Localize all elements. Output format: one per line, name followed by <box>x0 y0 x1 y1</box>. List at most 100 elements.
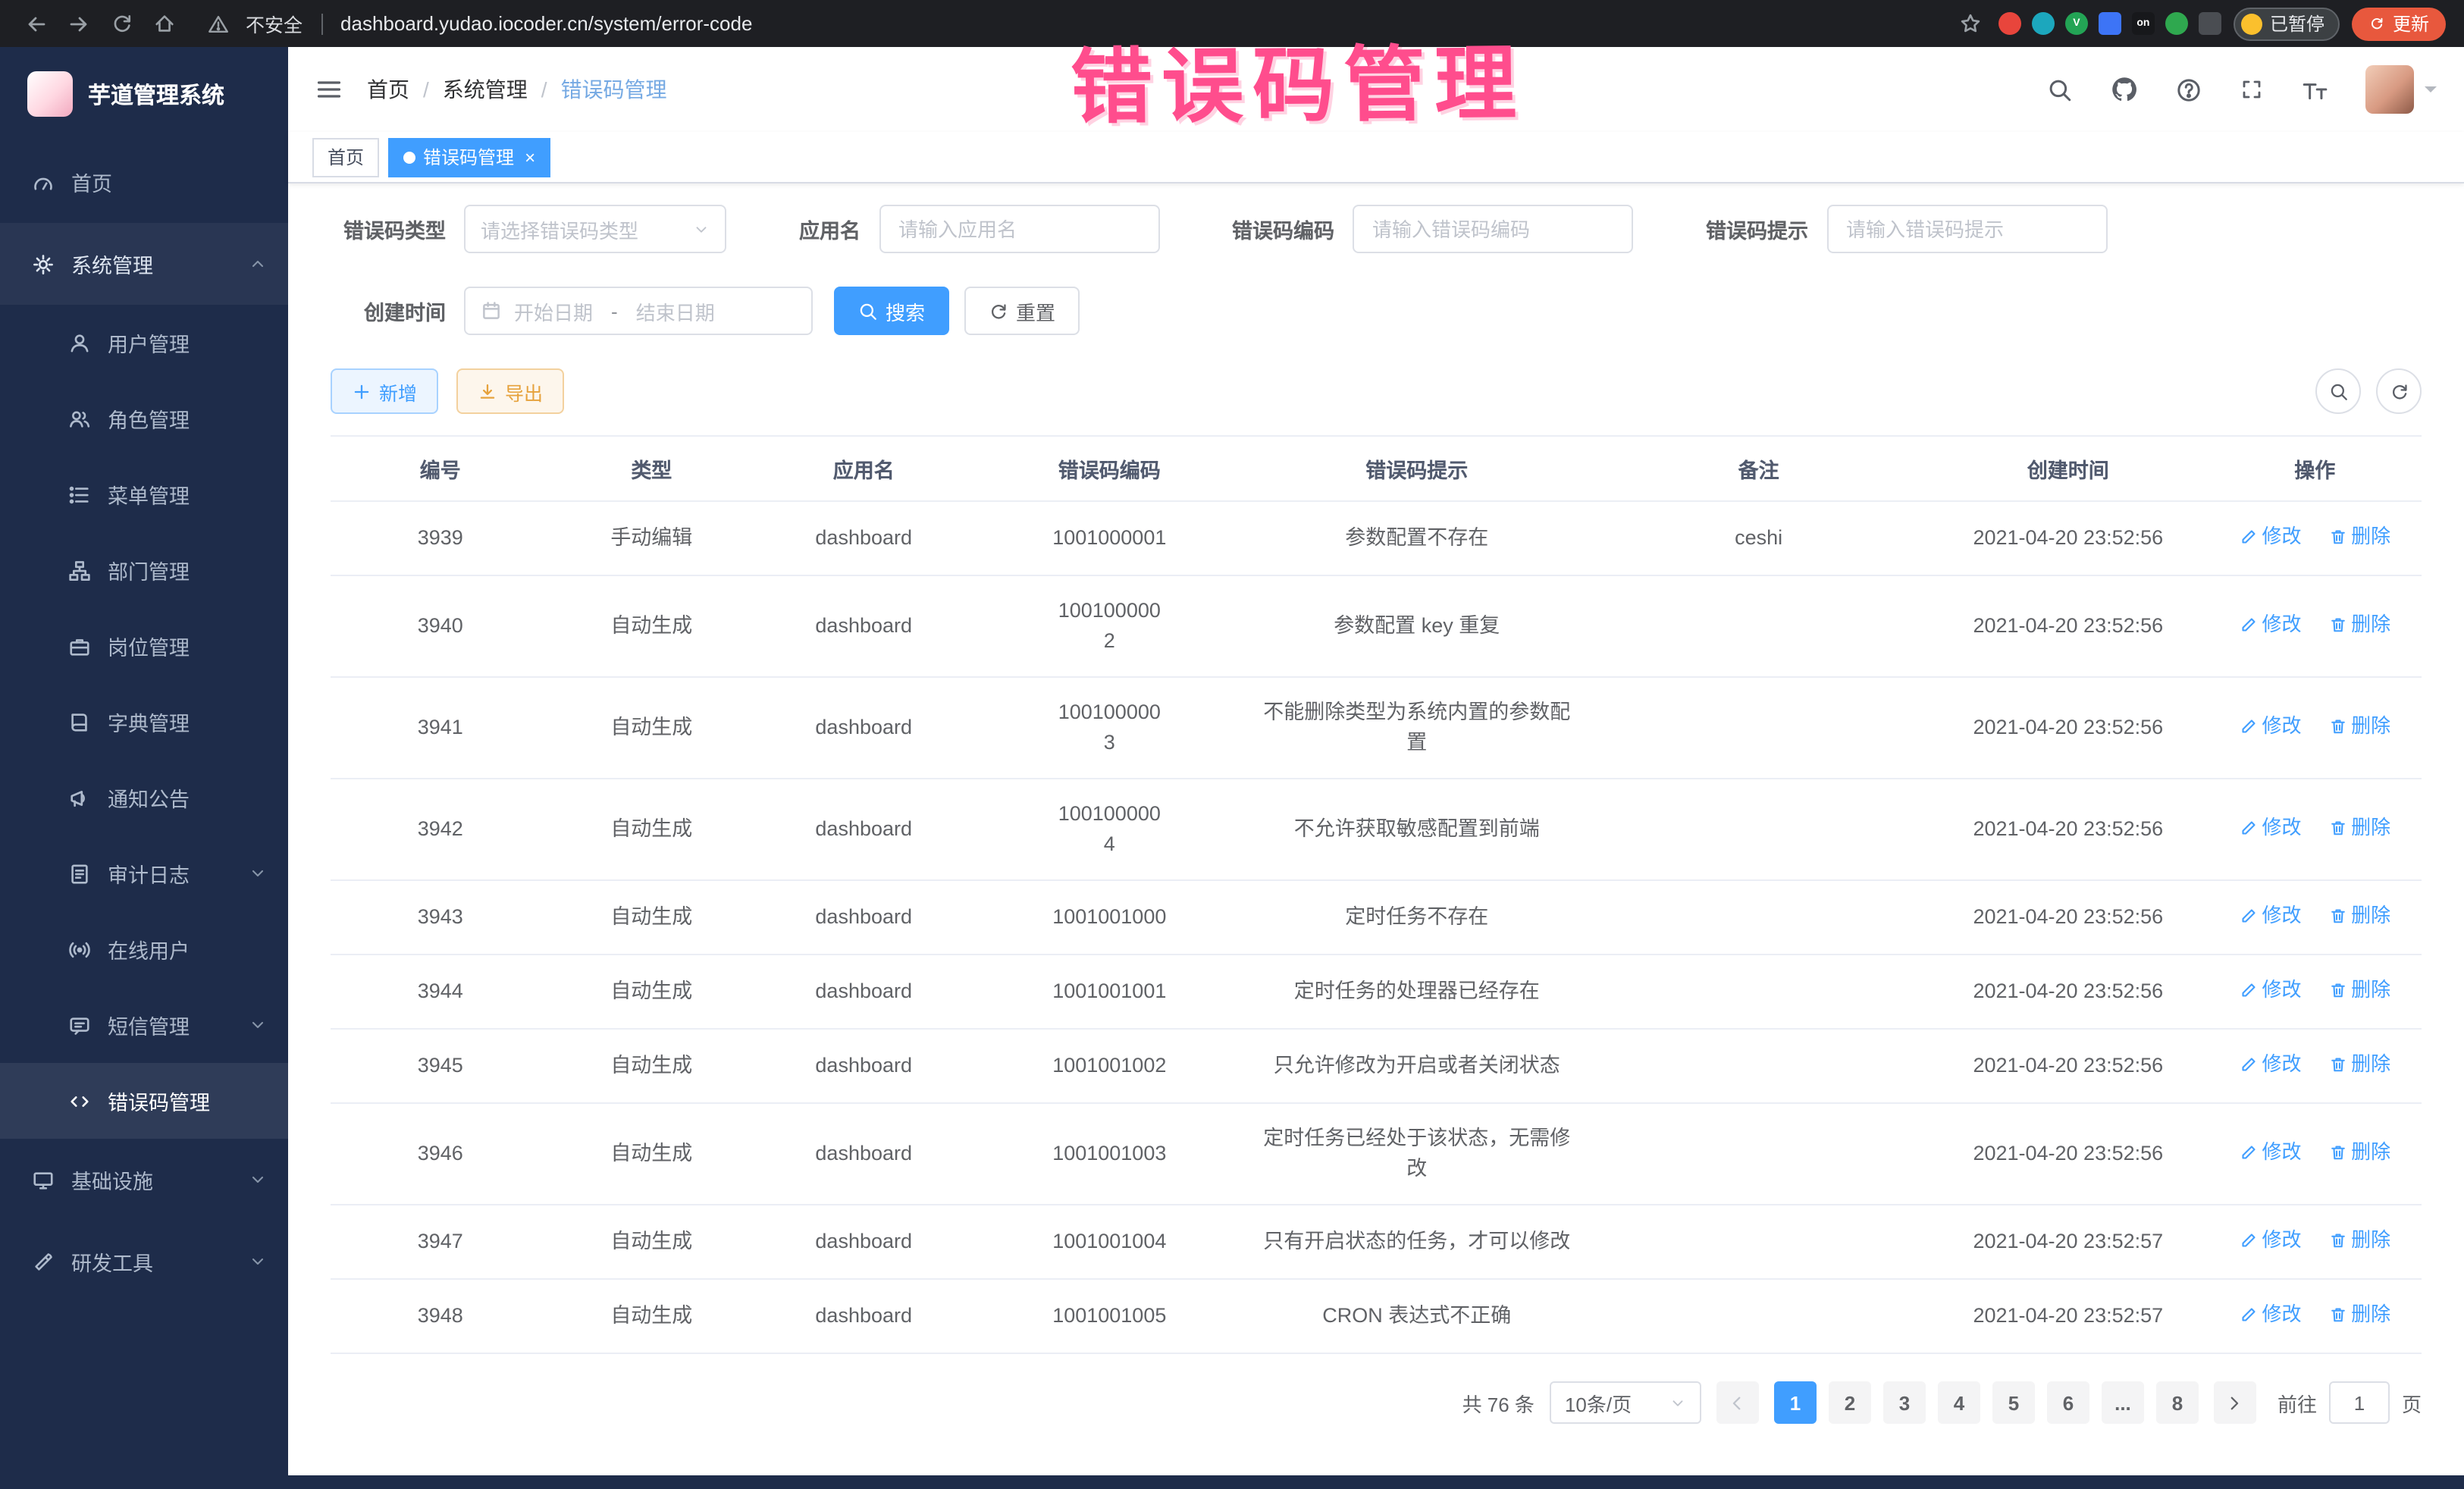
app-name-input[interactable] <box>879 205 1159 253</box>
pagination-ellipsis[interactable]: ... <box>2102 1381 2144 1424</box>
cell-time: 2021-04-20 23:52:56 <box>1928 880 2209 955</box>
profile-paused-chip[interactable]: 已暂停 <box>2234 7 2340 40</box>
bookmark-star-icon[interactable] <box>1953 5 1989 42</box>
add-button[interactable]: 新增 <box>331 368 438 414</box>
edit-link[interactable]: 修改 <box>2240 975 2302 1005</box>
infra-icon <box>30 1168 55 1191</box>
export-button[interactable]: 导出 <box>456 368 564 414</box>
edit-link[interactable]: 修改 <box>2240 610 2302 640</box>
address-bar[interactable]: 不安全 dashboard.yudao.iocoder.cn/system/er… <box>191 5 1989 42</box>
pagination-page-8[interactable]: 8 <box>2156 1381 2199 1424</box>
search-icon[interactable] <box>2047 77 2073 102</box>
sidebar-item[interactable]: 在线用户 <box>0 911 288 987</box>
reset-button[interactable]: 重置 <box>964 287 1080 335</box>
sidebar-item[interactable]: 角色管理 <box>0 381 288 456</box>
error-type-select[interactable]: 请选择错误码类型 <box>464 205 726 253</box>
edit-link[interactable]: 修改 <box>2240 1049 2302 1080</box>
security-label[interactable]: 不安全 <box>246 9 303 38</box>
browser-chrome: 不安全 dashboard.yudao.iocoder.cn/system/er… <box>0 0 2464 47</box>
app-root: 错误码管理 不安全 dashboard.yudao.iocoder.cn/sys… <box>0 0 2464 1489</box>
breadcrumb-item[interactable]: 首页 <box>367 74 409 105</box>
back-icon[interactable] <box>18 5 55 42</box>
pagination-prev-button[interactable] <box>1716 1381 1759 1424</box>
delete-link[interactable]: 删除 <box>2328 1049 2390 1080</box>
sidebar-item[interactable]: 通知公告 <box>0 760 288 835</box>
edit-link[interactable]: 修改 <box>2240 522 2302 552</box>
help-icon[interactable] <box>2176 77 2202 102</box>
search-button[interactable]: 搜索 <box>834 287 949 335</box>
pagination-page-2[interactable]: 2 <box>1829 1381 1871 1424</box>
extension-on-icon[interactable]: on <box>2132 12 2155 35</box>
filter-label-error-code: 错误码编码 <box>1232 214 1334 244</box>
extension-leaf-icon[interactable] <box>2165 12 2188 35</box>
date-range-picker[interactable]: 开始日期 - 结束日期 <box>464 287 813 335</box>
pagination-page-1[interactable]: 1 <box>1774 1381 1817 1424</box>
filter-label-create-time: 创建时间 <box>331 296 446 326</box>
sidebar-item[interactable]: 短信管理 <box>0 987 288 1063</box>
user-icon <box>67 331 91 354</box>
delete-link[interactable]: 删除 <box>2328 1137 2390 1168</box>
tag-active[interactable]: 错误码管理× <box>388 137 550 177</box>
pagination-page-4[interactable]: 4 <box>1938 1381 1980 1424</box>
error-hint-input[interactable] <box>1826 205 2107 253</box>
pagination-page-6[interactable]: 6 <box>2047 1381 2089 1424</box>
extension-teal-drop-icon[interactable] <box>2032 12 2055 35</box>
fullscreen-icon[interactable] <box>2240 77 2264 102</box>
breadcrumb-item[interactable]: 系统管理 <box>443 74 528 105</box>
extension-green-v-icon[interactable]: V <box>2065 12 2088 35</box>
extension-red-icon[interactable] <box>1998 12 2021 35</box>
edit-link[interactable]: 修改 <box>2240 1137 2302 1168</box>
font-size-icon[interactable] <box>2302 77 2328 102</box>
edit-link[interactable]: 修改 <box>2240 711 2302 741</box>
delete-link[interactable]: 删除 <box>2328 975 2390 1005</box>
delete-link[interactable]: 删除 <box>2328 610 2390 640</box>
cell-id: 3942 <box>331 779 550 880</box>
url-text[interactable]: dashboard.yudao.iocoder.cn/system/error-… <box>340 12 752 35</box>
extension-grid-icon[interactable] <box>2099 12 2121 35</box>
pagination-page-3[interactable]: 3 <box>1883 1381 1926 1424</box>
sidebar-item[interactable]: 用户管理 <box>0 305 288 381</box>
sidebar-item[interactable]: 部门管理 <box>0 532 288 608</box>
pagination-page-5[interactable]: 5 <box>1992 1381 2035 1424</box>
pagination-next-button[interactable] <box>2214 1381 2256 1424</box>
tag-item[interactable]: 首页 <box>312 137 379 177</box>
goto-page-input[interactable] <box>2329 1381 2390 1424</box>
cell-actions: 修改 删除 <box>2209 677 2422 779</box>
sidebar-item[interactable]: 菜单管理 <box>0 456 288 532</box>
edit-link[interactable]: 修改 <box>2240 1299 2302 1330</box>
tag-close-icon[interactable]: × <box>525 148 535 166</box>
chevron-down-icon <box>249 1171 267 1189</box>
refresh-table-button[interactable] <box>2376 368 2422 414</box>
user-menu[interactable] <box>2365 65 2437 114</box>
sidebar-item[interactable]: 审计日志 <box>0 835 288 911</box>
sidebar-item[interactable]: 研发工具 <box>0 1221 288 1302</box>
cell-remark <box>1589 1103 1928 1205</box>
cell-hint: 定时任务的处理器已经存在 <box>1244 955 1589 1029</box>
github-icon[interactable] <box>2111 76 2138 103</box>
update-button[interactable]: 更新 <box>2352 7 2446 40</box>
delete-link[interactable]: 删除 <box>2328 901 2390 931</box>
sidebar-item[interactable]: 错误码管理 <box>0 1063 288 1139</box>
forward-icon[interactable] <box>61 5 97 42</box>
edit-link[interactable]: 修改 <box>2240 1225 2302 1255</box>
hamburger-icon[interactable] <box>315 76 343 103</box>
sidebar-item[interactable]: 基础设施 <box>0 1139 288 1221</box>
delete-link[interactable]: 删除 <box>2328 711 2390 741</box>
toggle-search-button[interactable] <box>2315 368 2361 414</box>
reload-icon[interactable] <box>103 5 140 42</box>
delete-link[interactable]: 删除 <box>2328 813 2390 843</box>
delete-link[interactable]: 删除 <box>2328 522 2390 552</box>
edit-link[interactable]: 修改 <box>2240 901 2302 931</box>
edit-link[interactable]: 修改 <box>2240 813 2302 843</box>
avatar[interactable] <box>2365 65 2414 114</box>
browser-home-icon[interactable] <box>146 5 182 42</box>
extension-pin-icon[interactable] <box>2199 12 2221 35</box>
page-size-select[interactable]: 10条/页 <box>1550 1381 1701 1424</box>
sidebar-item[interactable]: 首页 <box>0 141 288 223</box>
delete-link[interactable]: 删除 <box>2328 1299 2390 1330</box>
delete-link[interactable]: 删除 <box>2328 1225 2390 1255</box>
sidebar-item[interactable]: 字典管理 <box>0 684 288 760</box>
error-code-input[interactable] <box>1353 205 1633 253</box>
sidebar-item[interactable]: 系统管理 <box>0 223 288 305</box>
sidebar-item[interactable]: 岗位管理 <box>0 608 288 684</box>
